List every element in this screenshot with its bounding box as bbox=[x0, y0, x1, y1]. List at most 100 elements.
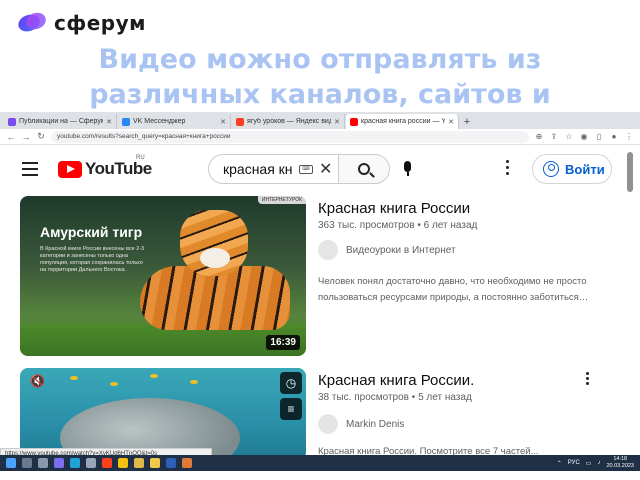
user-icon bbox=[543, 161, 559, 177]
slide: сферум Видео можно отправлять из различн… bbox=[0, 0, 640, 480]
url-input[interactable]: youtube.com/results?search_query=красная… bbox=[51, 130, 529, 143]
yandex-icon[interactable] bbox=[102, 458, 112, 468]
taskbar-clock[interactable]: 14:18 20.03.2023 bbox=[606, 456, 634, 470]
thumbnail-description: В Красной книге России внесены все 2-3 к… bbox=[40, 246, 145, 273]
sferum-logo: сферум bbox=[15, 10, 146, 36]
video-meta: 363 тыс. просмотров • 6 лет назад bbox=[318, 220, 478, 231]
region-label: RU bbox=[136, 155, 145, 161]
sferum-logo-icon bbox=[15, 10, 49, 35]
video-age: 6 лет назад bbox=[423, 220, 478, 231]
extension-icon[interactable]: ◉ bbox=[579, 132, 589, 141]
search-button[interactable] bbox=[338, 154, 390, 184]
video-meta: 38 тыс. просмотров • 5 лет назад bbox=[318, 392, 472, 403]
keyboard-icon[interactable]: ⌨ bbox=[299, 164, 313, 174]
clock-date: 20.03.2023 bbox=[606, 463, 634, 469]
channel-avatar[interactable] bbox=[318, 240, 338, 260]
youtube-logo-text: YouTube bbox=[85, 159, 152, 178]
network-icon[interactable]: ▭ bbox=[586, 460, 592, 467]
thumbnail-title: Амурский тигр bbox=[40, 224, 143, 240]
watch-later-icon[interactable]: ◷ bbox=[280, 372, 302, 394]
youtube-logo[interactable]: YouTube bbox=[58, 159, 152, 179]
channel-row[interactable]: Markin Denis bbox=[318, 414, 404, 434]
paint-icon[interactable] bbox=[182, 458, 192, 468]
bookmark-star-icon[interactable]: ☆ bbox=[564, 132, 574, 141]
search-input-value[interactable]: красная кн bbox=[223, 161, 293, 177]
chat-icon[interactable] bbox=[54, 458, 64, 468]
tab-title: красная книга россии — YouTube bbox=[361, 118, 446, 125]
task-view-icon[interactable] bbox=[38, 458, 48, 468]
chrome-icon[interactable] bbox=[118, 458, 128, 468]
fish-image bbox=[110, 382, 118, 386]
sidebar-icon[interactable]: ▯ bbox=[594, 132, 604, 141]
add-to-queue-icon[interactable]: ≡ bbox=[280, 398, 302, 420]
settings-icon[interactable] bbox=[86, 458, 96, 468]
volume-icon[interactable]: ♪ bbox=[597, 460, 600, 466]
video-thumbnail[interactable]: Амурский тигр В Красной книге России вне… bbox=[20, 196, 306, 356]
browser-tab[interactable]: Публикации на — Сферум ✕ bbox=[4, 114, 117, 129]
tab-close-icon[interactable]: ✕ bbox=[448, 118, 454, 126]
browser-tab-active[interactable]: красная книга россии — YouTube ✕ bbox=[346, 114, 459, 129]
video-views: 363 тыс. просмотров bbox=[318, 220, 415, 231]
settings-more-icon[interactable] bbox=[506, 160, 510, 178]
word-icon[interactable] bbox=[166, 458, 176, 468]
tab-close-icon[interactable]: ✕ bbox=[334, 118, 340, 126]
tiger-muzzle-image bbox=[200, 248, 230, 268]
video-description: Человек понял достаточно давно, что необ… bbox=[318, 276, 589, 303]
sign-in-label: Войти bbox=[565, 161, 605, 177]
video-options-icon[interactable] bbox=[586, 372, 590, 387]
video-title[interactable]: Красная книга России. bbox=[318, 372, 474, 389]
search-input[interactable]: красная кн ⌨ ✕ bbox=[208, 154, 338, 184]
browser-menu-icon[interactable]: ⋮ bbox=[624, 132, 634, 141]
forward-arrow-icon[interactable]: → bbox=[21, 132, 31, 142]
tab-favicon-icon bbox=[236, 117, 244, 126]
edge-icon[interactable] bbox=[70, 458, 80, 468]
video-duration-badge: 16:39 bbox=[266, 335, 300, 350]
clear-search-icon[interactable]: ✕ bbox=[319, 159, 332, 179]
channel-row[interactable]: Видеоуроки в Интернет bbox=[318, 240, 456, 260]
channel-name[interactable]: Видеоуроки в Интернет bbox=[346, 245, 456, 256]
system-tray: ⌃ РУС ▭ ♪ 14:18 20.03.2023 bbox=[557, 456, 634, 470]
menu-icon[interactable] bbox=[22, 162, 38, 180]
browser-tab[interactable]: ягуб уроков — Яндекс видео ✕ bbox=[232, 114, 345, 129]
slide-headline: Видео можно отправлять из различных кана… bbox=[0, 42, 640, 112]
mute-icon[interactable]: 🔇 bbox=[30, 374, 45, 388]
reload-icon[interactable]: ↻ bbox=[36, 131, 46, 142]
browser-tab-strip: Публикации на — Сферум ✕ VK Мессенджер ✕… bbox=[0, 112, 640, 129]
page-scrollbar[interactable] bbox=[627, 152, 633, 192]
start-icon[interactable] bbox=[6, 458, 16, 468]
new-tab-icon[interactable]: + bbox=[460, 114, 474, 129]
share-icon[interactable]: ⇪ bbox=[549, 132, 559, 141]
tab-title: ягуб уроков — Яндекс видео bbox=[247, 118, 331, 125]
channel-name[interactable]: Markin Denis bbox=[346, 419, 404, 430]
sferum-logo-text: сферум bbox=[54, 11, 146, 35]
clock-time: 14:18 bbox=[613, 456, 628, 462]
keyboard-language[interactable]: РУС bbox=[568, 460, 580, 466]
address-bar-row: ← → ↻ youtube.com/results?search_query=к… bbox=[0, 129, 640, 145]
search-icon[interactable] bbox=[22, 458, 32, 468]
fish-image bbox=[150, 374, 158, 378]
back-arrow-icon[interactable]: ← bbox=[6, 132, 16, 142]
video-views: 38 тыс. просмотров bbox=[318, 392, 409, 403]
tab-favicon-icon bbox=[350, 117, 358, 126]
tray-arrow-icon[interactable]: ⌃ bbox=[557, 460, 562, 467]
video-age: 5 лет назад bbox=[418, 392, 472, 403]
tab-title: VK Мессенджер bbox=[133, 118, 186, 125]
explorer-icon[interactable] bbox=[150, 458, 160, 468]
video-title[interactable]: Красная книга России bbox=[318, 200, 470, 217]
channel-avatar[interactable] bbox=[318, 414, 338, 434]
browser-window: Публикации на — Сферум ✕ VK Мессенджер ✕… bbox=[0, 112, 640, 460]
headline-line-2: различных каналов, сайтов и bbox=[89, 79, 551, 110]
profile-icon[interactable]: ● bbox=[609, 132, 619, 141]
app-icon[interactable] bbox=[134, 458, 144, 468]
browser-tab[interactable]: VK Мессенджер ✕ bbox=[118, 114, 231, 129]
tab-close-icon[interactable]: ✕ bbox=[106, 118, 112, 126]
tab-title: Публикации на — Сферум bbox=[19, 118, 104, 125]
zoom-icon[interactable]: ⊕ bbox=[534, 132, 544, 141]
tab-close-icon[interactable]: ✕ bbox=[220, 118, 226, 126]
sign-in-button[interactable]: Войти bbox=[532, 154, 612, 184]
microphone-icon[interactable] bbox=[403, 161, 413, 177]
youtube-header: YouTube RU красная кн ⌨ ✕ Войти bbox=[0, 148, 640, 192]
headline-line-1: Видео можно отправлять из bbox=[98, 44, 542, 75]
video-thumbnail[interactable]: 🔇 ◷ ≡ bbox=[20, 368, 306, 460]
youtube-play-icon bbox=[58, 160, 82, 178]
